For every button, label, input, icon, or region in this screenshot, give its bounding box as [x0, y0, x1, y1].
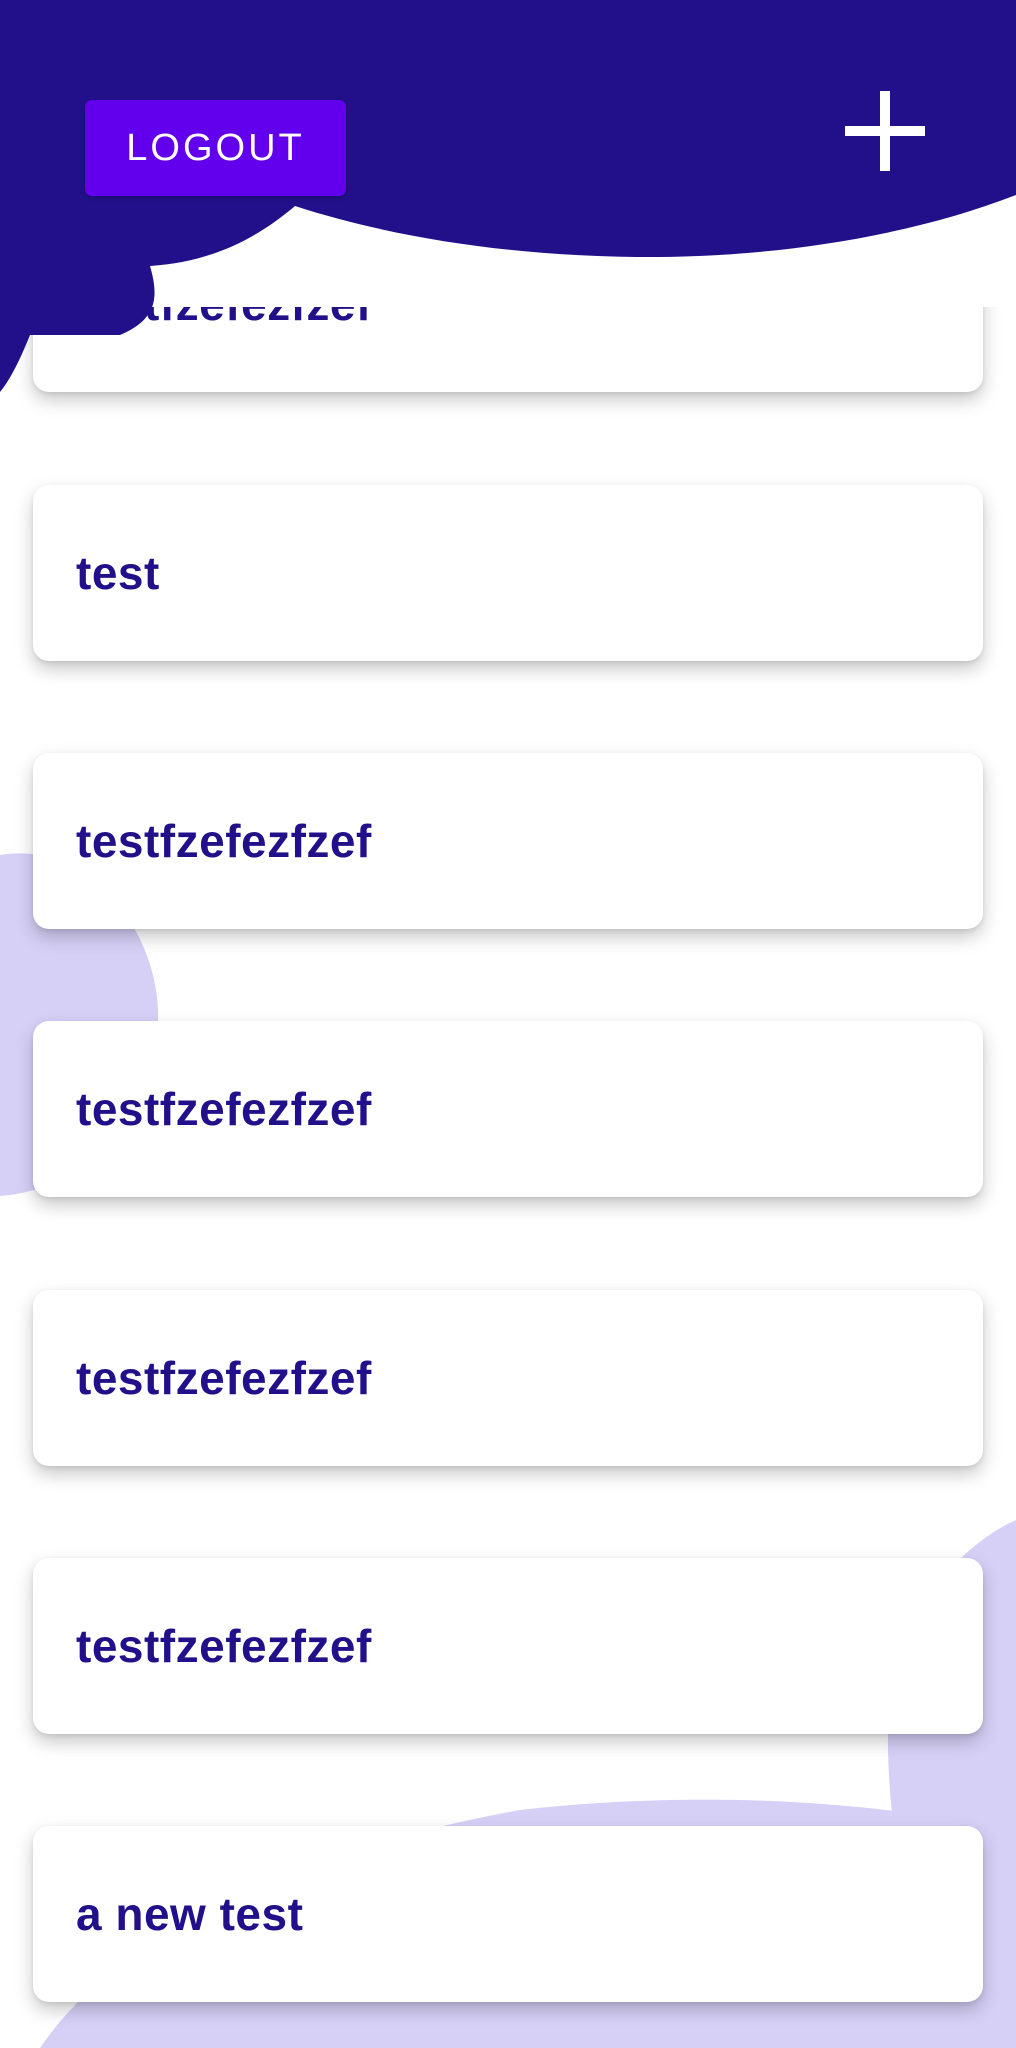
note-list: testfzefezfzef test testfzefezfzef testf…	[0, 0, 1016, 2048]
note-title: testfzefezfzef	[76, 278, 372, 330]
note-title: a new test	[76, 1888, 304, 1940]
note-card[interactable]: testfzefezfzef	[33, 1021, 983, 1197]
note-card[interactable]: testfzefezfzef	[33, 1558, 983, 1734]
notes-screen: testfzefezfzef test testfzefezfzef testf…	[0, 0, 1016, 2048]
note-card[interactable]: a new test	[33, 1826, 983, 2002]
add-note-button[interactable]	[838, 82, 934, 178]
note-title: testfzefezfzef	[76, 1352, 372, 1404]
note-title: testfzefezfzef	[76, 815, 372, 867]
note-title: testfzefezfzef	[76, 1620, 372, 1672]
note-card[interactable]: testfzefezfzef	[33, 753, 983, 929]
note-card[interactable]: testfzefezfzef	[33, 1290, 983, 1466]
note-card[interactable]: testfzefezfzef	[33, 216, 983, 392]
note-card[interactable]: test	[33, 485, 983, 661]
note-title: testfzefezfzef	[76, 1083, 372, 1135]
logout-button[interactable]: LOGOUT	[85, 100, 346, 196]
note-title: test	[76, 547, 160, 599]
